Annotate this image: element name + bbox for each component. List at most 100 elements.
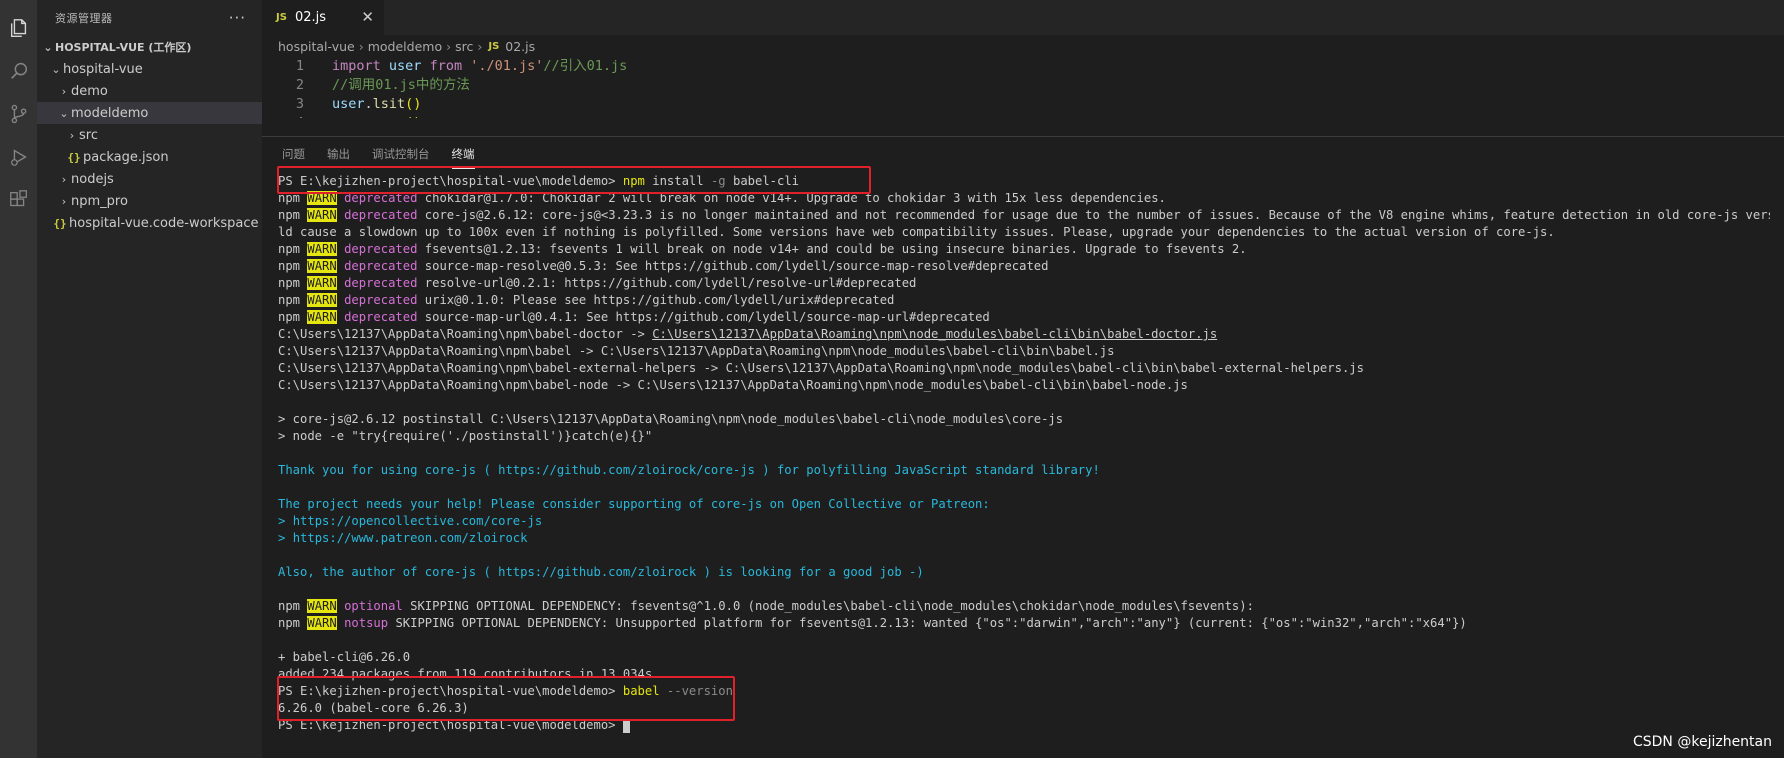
code-line: 4 user.save() (262, 114, 1784, 118)
editor-tab-02-js[interactable]: JS 02.js ✕ (262, 0, 384, 35)
terminal-line: C:\Users\12137\AppData\Roaming\npm\babel… (278, 377, 1770, 394)
terminal-link[interactable]: https://github.com/zloirock/core-js (498, 463, 755, 477)
highlight-box-install-cmd (277, 166, 871, 194)
breadcrumb-separator-icon: › (477, 38, 483, 54)
workspace-label: HOSPITAL-VUE (工作区) (55, 41, 192, 54)
code-token: save (373, 115, 406, 118)
deprecated-label: deprecated (344, 208, 418, 222)
explorer-header: 资源管理器 ··· (37, 0, 262, 36)
terminal-link[interactable]: https://www.patreon.com/zloirock (293, 531, 528, 545)
terminal-text: > (278, 514, 293, 528)
terminal-line: ld cause a slowdown up to 100x even if n… (278, 225, 1555, 239)
highlight-box-version (277, 676, 735, 721)
line-number: 1 (295, 58, 304, 74)
tree-file-workspace[interactable]: {} hospital-vue.code-workspace (37, 212, 262, 234)
terminal-text: Thank you for using core-js ( (278, 463, 499, 477)
line-number: 3 (295, 96, 304, 112)
tab-problems[interactable]: 问题 (282, 146, 305, 162)
line-number: 4 (262, 114, 304, 118)
terminal-line: Also, the author of core-js ( https://gi… (278, 564, 1770, 581)
code-token: () (405, 115, 421, 118)
code-token: lsit (372, 96, 406, 112)
code-editor[interactable]: 1 import user from './01.js'//引入01.js 2 … (262, 57, 1784, 118)
tree-folder-src[interactable]: › src (37, 124, 262, 146)
terminal-line: npm WARN deprecated source-map-url@0.4.1… (278, 309, 1770, 326)
json-file-icon: {} (67, 150, 81, 164)
code-token: . (365, 115, 373, 118)
tree-folder-npm-pro[interactable]: › npm_pro (37, 190, 262, 212)
tree-file-package-json[interactable]: {} package.json (37, 146, 262, 168)
tree-item-label: src (79, 127, 98, 143)
code-line: 2 //调用01.js中的方法 (262, 76, 1784, 95)
chevron-right-icon: › (61, 194, 67, 208)
code-token: from (429, 58, 463, 74)
warn-text: core-js@2.6.12: core-js@<3.23.3 is no lo… (424, 208, 1770, 222)
js-file-icon: JS (488, 40, 500, 52)
tab-terminal[interactable]: 终端 (451, 146, 475, 169)
watermark: CSDN @kejizhentan (1632, 734, 1772, 750)
code-token: user (332, 96, 365, 112)
deprecated-label: deprecated (344, 259, 418, 273)
terminal-line: npm WARN notsup SKIPPING OPTIONAL DEPEND… (278, 615, 1770, 632)
warn-badge: WARN (307, 208, 337, 222)
terminal-line: npm WARN deprecated source-map-resolve@0… (278, 258, 1770, 275)
tree-folder-demo[interactable]: › demo (37, 80, 262, 102)
terminal-blank (278, 547, 1770, 564)
npm-label: npm (278, 599, 301, 613)
deprecated-label: deprecated (344, 242, 418, 256)
warn-text: resolve-url@0.2.1: https://github.com/ly… (424, 276, 917, 290)
run-debug-icon[interactable] (0, 139, 37, 175)
files-icon[interactable] (0, 10, 37, 46)
tab-output[interactable]: 输出 (327, 146, 350, 162)
breadcrumb-item[interactable]: src (455, 39, 473, 54)
terminal-line: > https://www.patreon.com/zloirock (278, 530, 1770, 547)
deprecated-label: deprecated (344, 293, 418, 307)
breadcrumb-item[interactable]: modeldemo (368, 39, 442, 54)
close-icon[interactable]: ✕ (361, 8, 374, 26)
optional-label: optional (344, 599, 403, 613)
tab-debug-console[interactable]: 调试控制台 (372, 146, 430, 162)
tree-folder-modeldemo[interactable]: ⌄ modeldemo (37, 102, 262, 124)
npm-label: npm (278, 293, 301, 307)
terminal-blank (278, 479, 1770, 496)
json-file-icon: {} (53, 216, 67, 230)
editor-area: JS 02.js ✕ hospital-vue › modeldemo › sr… (262, 0, 1784, 758)
link-target: C:\Users\12137\AppData\Roaming\npm\node_… (637, 378, 1188, 392)
breadcrumb-item[interactable]: hospital-vue (278, 39, 355, 54)
terminal-output[interactable]: PS E:\kejizhen-project\hospital-vue\mode… (278, 173, 1770, 734)
breadcrumb-separator-icon: › (358, 38, 364, 54)
terminal-line: npm WARN deprecated core-js@2.6.12: core… (278, 207, 1770, 224)
terminal-link[interactable]: https://opencollective.com/core-js (293, 514, 542, 528)
terminal-line: > node -e "try{require('./postinstall')}… (278, 429, 653, 443)
terminal-text: ) for polyfilling JavaScript standard li… (754, 463, 1100, 477)
tree-folder-nodejs[interactable]: › nodejs (37, 168, 262, 190)
npm-label: npm (278, 276, 301, 290)
bottom-panel: 问题 输出 调试控制台 终端 PS E:\kejizhen-project\ho… (262, 136, 1784, 758)
chevron-right-icon: › (61, 172, 67, 186)
link-source: C:\Users\12137\AppData\Roaming\npm\babel… (278, 344, 594, 358)
code-token: user (388, 58, 422, 74)
more-actions-icon[interactable]: ··· (229, 9, 246, 27)
link-source: C:\Users\12137\AppData\Roaming\npm\babel… (278, 378, 631, 392)
tree-folder-hospital-vue[interactable]: ⌄ hospital-vue (37, 58, 262, 80)
breadcrumb-item[interactable]: 02.js (505, 39, 535, 54)
link-target[interactable]: C:\Users\12137\AppData\Roaming\npm\node_… (652, 327, 1217, 341)
terminal-line: npm WARN deprecated fsevents@1.2.13: fse… (278, 241, 1770, 258)
terminal-link[interactable]: https://github.com/zloirock (498, 565, 696, 579)
code-token: () (405, 96, 422, 112)
extensions-icon[interactable] (0, 182, 37, 218)
terminal-line: npm WARN deprecated urix@0.1.0: Please s… (278, 292, 1770, 309)
warn-badge: WARN (307, 259, 337, 273)
code-line: 1 import user from './01.js'//引入01.js (262, 57, 1784, 76)
warn-text: source-map-resolve@0.5.3: See https://gi… (424, 259, 1049, 273)
workspace-root[interactable]: ⌄ HOSPITAL-VUE (工作区) (37, 36, 262, 58)
terminal-blank (278, 445, 1770, 462)
chevron-down-icon: ⌄ (43, 40, 53, 54)
search-icon[interactable] (0, 53, 37, 89)
notsup-label: notsup (344, 616, 389, 630)
link-source: C:\Users\12137\AppData\Roaming\npm\babel… (278, 327, 645, 341)
source-control-icon[interactable] (0, 96, 37, 132)
tree-item-label: npm_pro (71, 193, 128, 209)
warn-badge: WARN (307, 310, 337, 324)
line-number: 2 (295, 77, 304, 93)
